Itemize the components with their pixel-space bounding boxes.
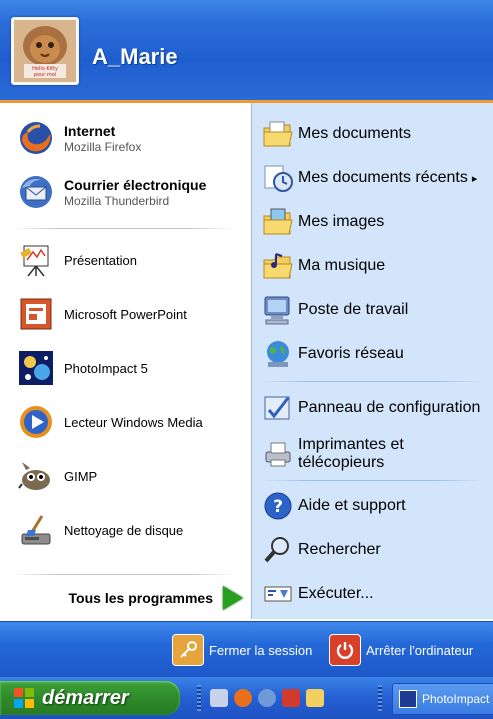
- logoff-button[interactable]: Fermer la session: [172, 634, 312, 666]
- program-label: Microsoft PowerPoint: [64, 306, 187, 322]
- pinned-internet[interactable]: Internet Mozilla Firefox: [18, 120, 141, 156]
- my-documents-icon: [262, 118, 294, 150]
- place-my-pictures[interactable]: Mes images: [262, 206, 384, 238]
- svg-text:?: ?: [273, 497, 283, 517]
- place-my-computer[interactable]: Poste de travail: [262, 294, 408, 326]
- recent-documents-icon: [262, 162, 294, 194]
- gimp-icon: [18, 458, 54, 494]
- place-label: Mes images: [298, 213, 385, 230]
- user-name: A_Marie: [92, 44, 178, 69]
- control-panel-icon: [262, 392, 294, 424]
- svg-text:pour moi: pour moi: [34, 72, 56, 78]
- pinned-title: Courrier électronique: [64, 176, 207, 193]
- place-label: Ma musique: [298, 257, 386, 274]
- presentation-icon: [18, 242, 54, 278]
- disk-cleanup-icon: [18, 512, 54, 548]
- task-label: PhotoImpact: [422, 692, 490, 706]
- quicklaunch-thunderbird-icon[interactable]: [258, 689, 276, 707]
- run-icon: [262, 578, 294, 610]
- my-pictures-icon: [262, 206, 294, 238]
- logoff-label: Fermer la session: [209, 642, 313, 658]
- place-help[interactable]: ? Aide et support: [262, 490, 406, 522]
- all-programs-button[interactable]: Tous les programmes: [0, 578, 251, 618]
- quicklaunch-grip[interactable]: [197, 685, 201, 711]
- program-label: Lecteur Windows Media: [64, 414, 203, 430]
- start-button[interactable]: démarrer: [0, 681, 180, 715]
- places-separator: [262, 381, 482, 382]
- avatar-picture: Hello Kitty pour moi: [14, 20, 76, 82]
- program-media-player[interactable]: Lecteur Windows Media: [18, 404, 203, 440]
- place-network[interactable]: Favoris réseau: [262, 338, 404, 370]
- place-label: Exécuter...: [298, 585, 374, 602]
- quicklaunch-floppy-icon[interactable]: [282, 689, 300, 707]
- firefox-icon: [18, 120, 54, 156]
- place-label: Rechercher: [298, 541, 381, 558]
- place-label: Imprimantes et télécopieurs: [298, 436, 404, 471]
- help-icon: ?: [262, 490, 294, 522]
- pinned-subtitle: Mozilla Thunderbird: [64, 193, 170, 208]
- network-places-icon: [262, 338, 294, 370]
- place-label: Poste de travail: [298, 301, 409, 318]
- place-control-panel[interactable]: Panneau de configuration: [262, 392, 480, 424]
- pinned-title: Internet: [64, 122, 116, 139]
- powerpoint-icon: [18, 296, 54, 332]
- taskbar-grip[interactable]: [378, 685, 382, 711]
- place-label: Mes documents récents: [298, 169, 468, 186]
- user-avatar[interactable]: Hello Kitty pour moi: [11, 17, 79, 85]
- program-presentation[interactable]: Présentation: [18, 242, 137, 278]
- quicklaunch-firefox-icon[interactable]: [234, 689, 252, 707]
- program-label: Nettoyage de disque: [64, 522, 184, 538]
- taskbar-window-photoimpact[interactable]: PhotoImpact: [392, 683, 493, 715]
- key-icon: [172, 634, 204, 666]
- program-gimp[interactable]: GIMP: [18, 458, 97, 494]
- photoimpact-icon: [399, 690, 417, 708]
- search-icon: [262, 534, 294, 566]
- pinned-subtitle: Mozilla Firefox: [64, 139, 142, 154]
- place-run[interactable]: Exécuter...: [262, 578, 374, 610]
- quicklaunch-desktop-icon[interactable]: [210, 689, 228, 707]
- printers-icon: [262, 438, 294, 470]
- my-music-icon: [262, 250, 294, 282]
- taskbar: démarrer PhotoImpact: [0, 677, 493, 719]
- place-my-documents[interactable]: Mes documents: [262, 118, 411, 150]
- photoimpact-icon: [18, 350, 54, 386]
- pinned-email[interactable]: Courrier électronique Mozilla Thunderbir…: [18, 174, 206, 210]
- all-programs-label: Tous les programmes: [68, 590, 213, 606]
- place-recent-documents[interactable]: Mes documents récents ▸: [262, 162, 477, 194]
- my-computer-icon: [262, 294, 294, 326]
- windows-flag-icon: [14, 688, 34, 708]
- place-printers[interactable]: Imprimantes et télécopieurs: [262, 436, 493, 472]
- place-my-music[interactable]: Ma musique: [262, 250, 385, 282]
- submenu-arrow-icon: ▸: [471, 172, 478, 185]
- pinned-separator: [12, 228, 234, 229]
- program-powerpoint[interactable]: Microsoft PowerPoint: [18, 296, 187, 332]
- menu-footer: Fermer la session Arrêter l'ordinateur: [0, 621, 493, 678]
- program-label: GIMP: [64, 468, 98, 484]
- user-header: Hello Kitty pour moi A_Marie: [0, 0, 493, 103]
- quicklaunch-folder-icon[interactable]: [306, 689, 324, 707]
- program-label: PhotoImpact 5: [64, 360, 148, 376]
- green-arrow-icon: [223, 586, 243, 610]
- program-disk-cleanup[interactable]: Nettoyage de disque: [18, 512, 183, 548]
- place-label: Panneau de configuration: [298, 399, 481, 416]
- start-label: démarrer: [42, 686, 129, 709]
- places-separator: [262, 480, 482, 481]
- shutdown-button[interactable]: Arrêter l'ordinateur: [329, 634, 473, 666]
- media-player-icon: [18, 404, 54, 440]
- place-label: Mes documents: [298, 125, 411, 142]
- start-menu: Hello Kitty pour moi A_Marie Internet Mo…: [0, 0, 493, 678]
- thunderbird-icon: [18, 174, 54, 210]
- program-label: Présentation: [64, 252, 137, 268]
- shutdown-label: Arrêter l'ordinateur: [366, 642, 474, 658]
- power-icon: [329, 634, 361, 666]
- all-programs-separator: [12, 574, 234, 575]
- place-label: Favoris réseau: [298, 345, 404, 362]
- program-photoimpact[interactable]: PhotoImpact 5: [18, 350, 148, 386]
- place-label: Aide et support: [298, 497, 406, 514]
- place-search[interactable]: Rechercher: [262, 534, 381, 566]
